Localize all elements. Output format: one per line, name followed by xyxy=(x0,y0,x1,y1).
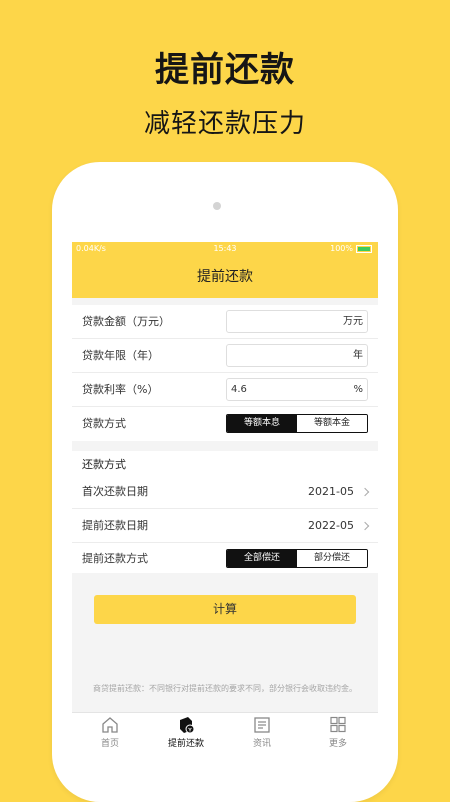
chevron-right-icon xyxy=(360,521,370,531)
loan-amount-input[interactable]: 万元 xyxy=(226,310,368,333)
calculate-button[interactable]: 计算 xyxy=(94,595,356,624)
option-partial-repay[interactable]: 部分偿还 xyxy=(297,550,367,567)
battery-icon xyxy=(356,244,372,253)
battery-percent: 100% xyxy=(330,244,353,253)
tab-news[interactable]: 资讯 xyxy=(224,713,300,750)
home-icon xyxy=(102,717,118,733)
option-equal-principal[interactable]: 等额本金 xyxy=(297,415,367,432)
loan-method-toggle: 等额本息 等额本金 xyxy=(226,414,368,433)
loan-rate-label: 贷款利率（%） xyxy=(82,383,159,396)
status-bar: 0.04K/s 15:43 100% xyxy=(72,242,378,256)
first-date-value: 2021-05 xyxy=(308,485,354,498)
tab-home-label: 首页 xyxy=(100,739,119,749)
footnote: 商贷提前还款：不同银行对提前还款的要求不同，部分银行会收取违约金。 xyxy=(93,684,357,693)
tab-news-label: 资讯 xyxy=(252,739,271,749)
tab-more[interactable]: 更多 xyxy=(300,713,376,750)
prepay-icon xyxy=(180,717,195,734)
loan-years-unit: 年 xyxy=(353,350,363,361)
tab-bar: 首页 提前还款 资讯 更多 xyxy=(72,712,378,750)
prepay-method-toggle: 全部偿还 部分偿还 xyxy=(226,549,368,568)
prepay-method-label: 提前还款方式 xyxy=(82,552,148,565)
loan-amount-label: 贷款金额（万元） xyxy=(82,315,170,328)
loan-years-label: 贷款年限（年） xyxy=(82,349,159,362)
loan-amount-row: 贷款金额（万元） 万元 xyxy=(72,305,378,339)
tab-home[interactable]: 首页 xyxy=(72,713,148,750)
prepay-method-row: 提前还款方式 全部偿还 部分偿还 xyxy=(72,543,378,573)
loan-years-input[interactable]: 年 xyxy=(226,344,368,367)
loan-years-row: 贷款年限（年） 年 xyxy=(72,339,378,373)
loan-method-label: 贷款方式 xyxy=(82,417,126,430)
prepay-date-value: 2022-05 xyxy=(308,519,354,532)
loan-card: 贷款金额（万元） 万元 贷款年限（年） 年 贷款利率（%） 4.6 % 贷款方式… xyxy=(72,305,378,441)
chevron-right-icon xyxy=(360,487,370,497)
news-icon xyxy=(254,717,270,733)
loan-rate-value: 4.6 xyxy=(231,384,247,395)
app-screen: 0.04K/s 15:43 100% 提前还款 贷款金额（万元） 万元 贷款年限… xyxy=(72,242,378,750)
nav-title: 提前还款 xyxy=(72,256,378,298)
prepay-date-label: 提前还款日期 xyxy=(82,519,148,532)
tab-prepay-label: 提前还款 xyxy=(167,739,204,749)
loan-method-row: 贷款方式 等额本息 等额本金 xyxy=(72,407,378,441)
grid-icon xyxy=(330,716,346,733)
battery-status: 100% xyxy=(330,244,372,253)
camera-icon xyxy=(213,202,221,210)
first-date-row[interactable]: 首次还款日期 2021-05 xyxy=(72,475,378,509)
loan-amount-unit: 万元 xyxy=(343,316,363,327)
loan-rate-unit: % xyxy=(353,384,363,395)
promo-headline: 提前还款 xyxy=(155,50,295,90)
tab-more-label: 更多 xyxy=(328,739,347,749)
loan-rate-row: 贷款利率（%） 4.6 % xyxy=(72,373,378,407)
option-equal-installment[interactable]: 等额本息 xyxy=(227,415,297,432)
repay-card: 还款方式 首次还款日期 2021-05 提前还款日期 2022-05 提前还款方… xyxy=(72,451,378,573)
prepay-date-row[interactable]: 提前还款日期 2022-05 xyxy=(72,509,378,543)
tab-prepay[interactable]: 提前还款 xyxy=(148,713,224,750)
promo-subline: 减轻还款压力 xyxy=(143,109,306,139)
loan-rate-input[interactable]: 4.6 % xyxy=(226,378,368,401)
first-date-label: 首次还款日期 xyxy=(82,485,148,498)
option-full-repay[interactable]: 全部偿还 xyxy=(227,550,297,567)
